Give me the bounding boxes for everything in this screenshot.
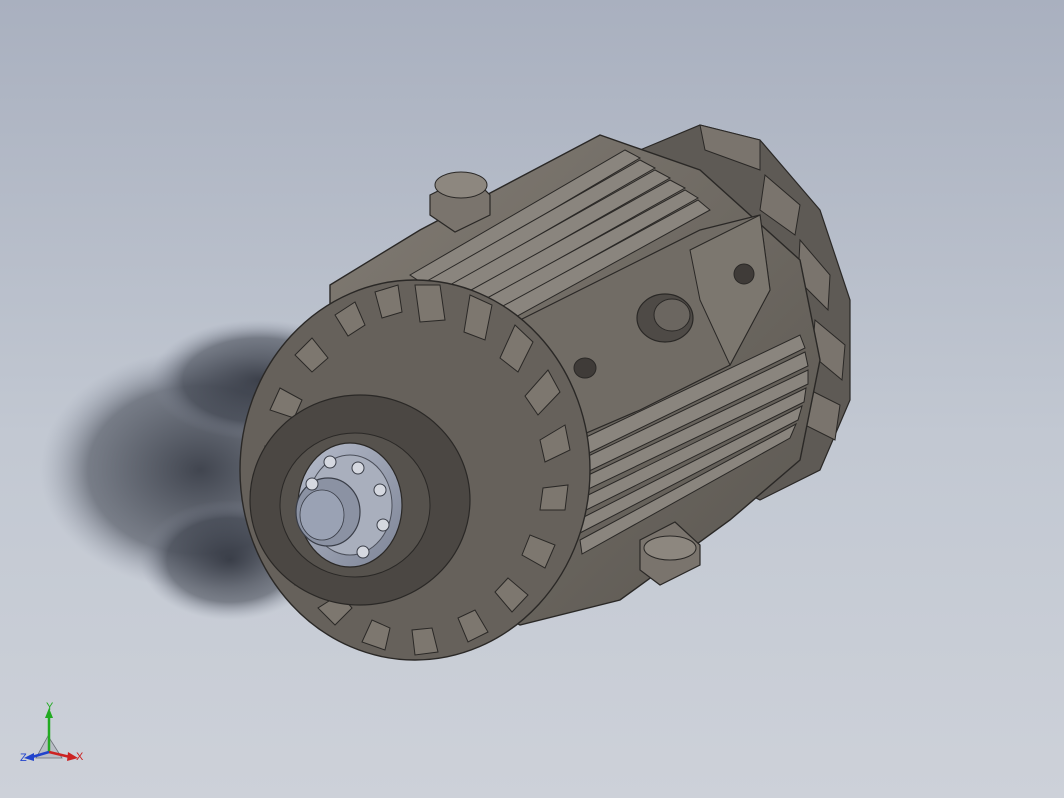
mount-hole-left	[573, 357, 597, 379]
mount-hole-right	[733, 263, 755, 285]
z-axis-label: Z	[20, 752, 27, 764]
motor-model-3d[interactable]	[0, 0, 1064, 798]
axis-triad: Y X Z	[20, 702, 84, 764]
graphics-viewport[interactable]: Y X Z	[0, 0, 1064, 798]
x-axis-label: X	[76, 751, 84, 763]
front-end-cap	[239, 279, 591, 661]
y-axis-label: Y	[46, 702, 54, 713]
